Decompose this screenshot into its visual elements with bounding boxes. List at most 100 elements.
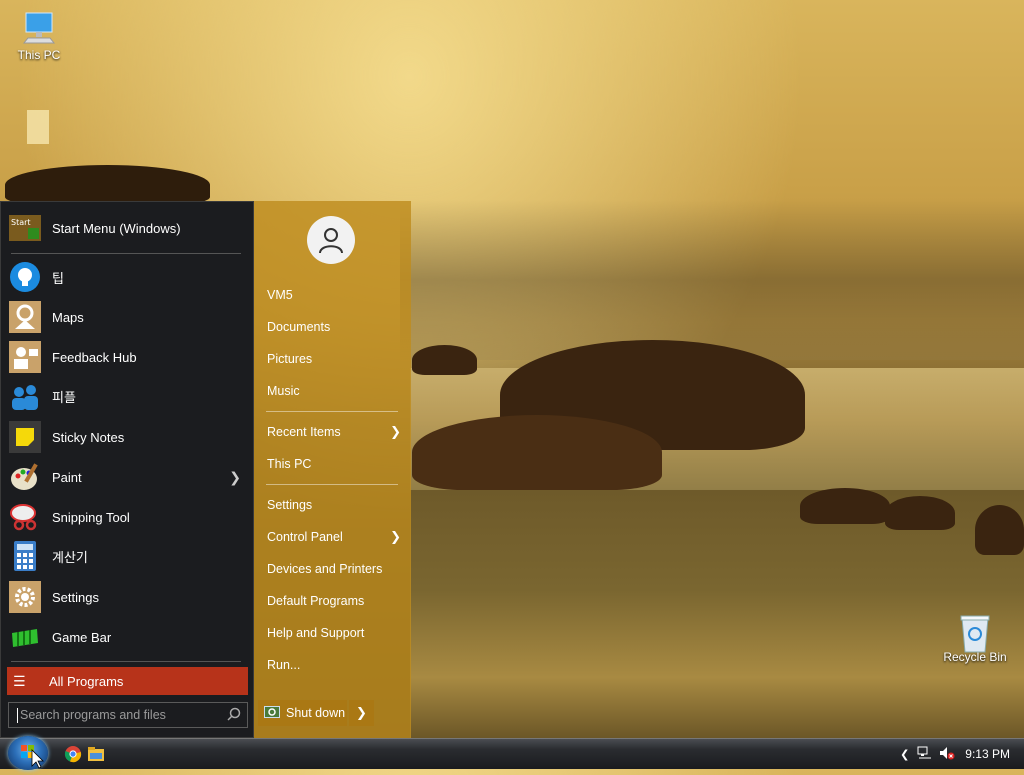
wallpaper-rock [412,345,477,375]
link-label: Run... [267,658,301,672]
start-button[interactable] [8,736,48,770]
pinned-label: Settings [52,589,99,605]
link-label: Recent Items [267,425,341,439]
link-recent-items[interactable]: Recent Items ❯ [267,422,401,442]
separator [11,253,241,254]
shut-down-options-button[interactable]: ❯ [349,700,374,726]
maps-icon [9,301,41,333]
shut-down-button[interactable]: Shut down [258,700,347,726]
wallpaper-rock [800,488,890,524]
desktop-icon-recycle-bin[interactable]: Recycle Bin [940,614,1010,664]
pinned-maps[interactable]: Maps [9,298,249,336]
clock[interactable]: 9:13 PM [965,747,1010,761]
chevron-right-icon[interactable]: ❯ [229,469,241,486]
windows-logo-icon [21,745,44,769]
people-icon [9,380,41,412]
text-caret [17,707,18,723]
wallpaper-rock [5,165,210,205]
pinned-feedback-hub[interactable]: Feedback Hub [9,338,249,376]
pinned-paint[interactable]: Paint ❯ [9,458,249,496]
link-run[interactable]: Run... [267,655,399,675]
chevron-right-icon: ❯ [390,424,401,439]
pinned-label: Paint [52,469,82,485]
user-icon [319,228,343,254]
pinned-label: Sticky Notes [52,429,125,445]
link-default-programs[interactable]: Default Programs [267,591,399,611]
pinned-game-bar[interactable]: Game Bar [9,618,249,656]
all-programs-button[interactable]: ☰ All Programs [7,667,248,695]
start-menu-right-pane: VM5 Documents Pictures Music Recent Item… [254,201,411,738]
recycle-bin-icon [958,614,992,653]
pinned-label: 팁 [52,270,64,286]
link-label: Documents [267,320,331,334]
calculator-icon [9,540,41,572]
settings-icon [9,581,41,613]
desktop-icon-this-pc[interactable]: This PC [4,12,74,62]
monitor-icon [22,12,56,44]
pinned-label: Maps [52,309,84,325]
link-label: This PC [267,457,312,471]
start-menu-icon: Start [9,212,41,244]
svg-text:Start: Start [11,218,31,227]
desktop-icon-folder[interactable] [4,108,74,144]
user-avatar[interactable] [307,216,355,264]
separator [266,411,398,412]
search-icon[interactable] [227,707,241,724]
wallpaper-rock [975,505,1024,555]
link-devices-and-printers[interactable]: Devices and Printers [267,559,399,579]
wallpaper-clouds [400,200,1024,360]
start-menu-left-pane: Start Start Menu (Windows) 팁 Maps Feedba… [0,201,254,738]
pinned-tips[interactable]: 팁 [9,258,249,296]
link-label: Devices and Printers [267,562,383,576]
desktop-icon-label: This PC [17,48,61,62]
tips-icon [9,261,41,293]
chrome-icon[interactable] [64,745,82,763]
taskbar: ❮ 9:13 PM [0,736,1024,770]
link-label: Default Programs [267,594,365,608]
pinned-settings[interactable]: Settings [9,578,249,616]
chevron-left-icon[interactable]: ❮ [900,748,909,761]
link-user-folder[interactable]: VM5 [267,285,399,305]
link-pictures[interactable]: Pictures [267,349,399,369]
file-explorer-icon[interactable] [87,745,105,763]
pinned-label: 피플 [52,389,76,405]
shut-down-label: Shut down [286,706,346,720]
snipping-tool-icon [9,501,41,533]
game-bar-icon [9,621,41,653]
pinned-people[interactable]: 피플 [9,377,249,415]
search-input[interactable]: Search programs and files [8,702,248,728]
chevron-right-icon: ❯ [356,705,367,720]
wallpaper-rock [885,496,955,530]
desktop-icon-label: Recycle Bin [943,650,1007,664]
link-label: Settings [267,498,313,512]
pinned-label: Game Bar [52,629,112,645]
link-control-panel[interactable]: Control Panel ❯ [267,527,401,547]
network-icon[interactable] [917,746,933,763]
link-help-and-support[interactable]: Help and Support [267,623,399,643]
pinned-sticky-notes[interactable]: Sticky Notes [9,418,249,456]
link-music[interactable]: Music [267,381,399,401]
pinned-label: 계산기 [52,549,88,565]
pinned-start-menu-windows[interactable]: Start Start Menu (Windows) [9,209,249,247]
link-label: Help and Support [267,626,365,640]
system-tray: ❮ 9:13 PM [900,739,1024,769]
all-programs-label: All Programs [49,673,124,689]
shutdown-icon [264,705,280,721]
pinned-label: Snipping Tool [52,509,130,525]
folder-icon [22,108,56,144]
link-label: Pictures [267,352,313,366]
link-settings[interactable]: Settings [267,495,399,515]
pinned-snipping-tool[interactable]: Snipping Tool [9,498,249,536]
link-this-pc[interactable]: This PC [267,454,399,474]
separator [11,661,241,662]
wallpaper-rock [412,415,662,490]
feedback-hub-icon [9,341,41,373]
link-documents[interactable]: Documents [267,317,399,337]
volume-muted-icon[interactable] [939,746,955,763]
search-placeholder: Search programs and files [20,708,166,722]
pinned-calculator[interactable]: 계산기 [9,537,249,575]
sticky-notes-icon [9,421,41,453]
link-label: Music [267,384,300,398]
paint-icon [9,461,41,493]
start-menu: Start Start Menu (Windows) 팁 Maps Feedba… [0,201,411,738]
